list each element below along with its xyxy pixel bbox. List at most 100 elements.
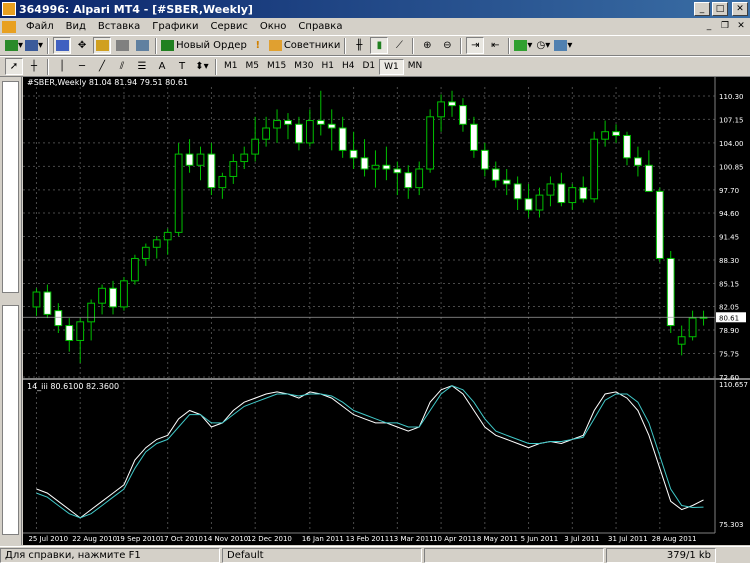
line-chart-icon: ⟋ [395, 40, 403, 51]
timeframe-h1[interactable]: H1 [317, 59, 338, 75]
candle-body [262, 127, 271, 140]
toolbar-separator [412, 37, 415, 54]
auto-scroll-button[interactable]: ⇥ [466, 37, 485, 54]
candle-body [229, 161, 238, 177]
zoom-out-button[interactable]: ⊖ [438, 37, 456, 54]
toolbar-separator [215, 58, 217, 75]
menu-charts[interactable]: Графики [146, 21, 204, 32]
chart-shift-button[interactable]: ⇤ [486, 37, 504, 54]
drawing-toolbar: ➚ ┼ │ ─ ╱ ⫽ ☰ A T ⬍ ▾ M1 M5 M15 M30 H1 H4… [0, 56, 750, 77]
crosshair-icon: ✥ [77, 40, 87, 51]
date-label: 16 Jan 2011 [302, 535, 344, 543]
candle-body [513, 183, 522, 200]
horizontal-line-icon: ─ [78, 61, 86, 72]
price-tick-label: 85.15 [719, 280, 739, 288]
toolbar-separator [344, 37, 347, 54]
tester-button[interactable] [133, 37, 151, 54]
text-icon: A [158, 61, 166, 72]
menu-help[interactable]: Справка [292, 21, 348, 32]
templates-button[interactable]: ▾ [554, 37, 572, 54]
status-empty [424, 547, 604, 563]
market-watch-icon [55, 40, 69, 51]
candle-body [76, 321, 85, 341]
text-button[interactable]: A [153, 58, 171, 75]
zoom-in-button[interactable]: ⊕ [418, 37, 436, 54]
timeframe-d1[interactable]: D1 [358, 59, 379, 75]
expert-advisors-button[interactable]: Советники [268, 37, 340, 54]
timeframe-m30[interactable]: M30 [290, 59, 317, 75]
status-traffic: 379/1 kb [606, 547, 716, 563]
fibonacci-button[interactable]: ☰ [133, 58, 151, 75]
date-label: 10 Apr 2011 [433, 535, 476, 543]
channel-button[interactable]: ⫽ [113, 58, 131, 75]
status-bar: Для справки, нажмите F1 Default 379/1 kb [0, 546, 750, 563]
candle-body [218, 175, 227, 189]
profiles-button[interactable]: ▾ [25, 37, 43, 54]
timeframe-w1[interactable]: W1 [379, 58, 404, 75]
candle-body [688, 317, 697, 338]
crosshair-button[interactable]: ┼ [25, 58, 43, 75]
timeframe-m5[interactable]: M5 [242, 59, 264, 75]
trendline-button[interactable]: ╱ [93, 58, 111, 75]
mdi-minimize-button[interactable]: _ [702, 21, 716, 33]
arrows-button[interactable]: ⬍ ▾ [193, 58, 211, 75]
left-docked-panel [0, 77, 22, 545]
candle-body [120, 280, 128, 308]
status-profile: Default [222, 547, 422, 563]
advisors-icon [268, 40, 282, 51]
menu-insert[interactable]: Вставка [92, 21, 146, 32]
indicators-button[interactable]: ▾ [514, 37, 532, 54]
menu-view[interactable]: Вид [60, 21, 92, 32]
market-watch-button[interactable] [53, 37, 72, 54]
chart-window[interactable]: 110.30 107.15 104.00 100.85 97.70 94.60 91.45 8… [23, 77, 750, 545]
date-label: 12 Dec 2010 [247, 535, 292, 543]
timeframe-m15[interactable]: M15 [263, 59, 290, 75]
meta-editor-button[interactable]: ! [249, 37, 267, 54]
cursor-button[interactable]: ➚ [5, 58, 23, 75]
label-icon: T [178, 61, 186, 72]
candle-body [240, 153, 249, 163]
label-button[interactable]: T [173, 58, 191, 75]
chart-window-icon [2, 20, 16, 33]
line-chart-button[interactable]: ⟋ [390, 37, 408, 54]
candle-body [152, 239, 161, 248]
date-label: 8 May 2011 [477, 535, 518, 543]
terminal-button[interactable] [113, 37, 131, 54]
data-window-button[interactable]: ✥ [73, 37, 91, 54]
candle-body [98, 287, 106, 304]
close-button[interactable]: ✕ [732, 2, 748, 16]
new-chart-button[interactable]: ▾ [5, 37, 23, 54]
market-watch-panel[interactable] [2, 81, 19, 293]
timeframe-mn[interactable]: MN [404, 59, 427, 75]
menu-window[interactable]: Окно [254, 21, 293, 32]
date-label: 28 Aug 2011 [652, 535, 697, 543]
candle-body [295, 123, 303, 144]
mdi-restore-button[interactable]: ❐ [718, 21, 732, 33]
toolbar-separator [47, 37, 50, 54]
new-order-button[interactable]: Новый Ордер [161, 37, 247, 54]
menu-tools[interactable]: Сервис [204, 21, 253, 32]
mdi-close-button[interactable]: ✕ [734, 21, 748, 33]
maximize-button[interactable]: □ [712, 2, 728, 16]
tester-icon [135, 40, 149, 51]
vertical-line-button[interactable]: │ [53, 58, 71, 75]
candle-body [382, 164, 391, 170]
menu-file[interactable]: Файл [20, 21, 60, 32]
candle-body [557, 183, 566, 204]
candlestick-button[interactable]: ▮ [370, 37, 389, 54]
bar-chart-button[interactable]: ╫ [350, 37, 368, 54]
navigator-button[interactable] [93, 37, 112, 54]
timeframe-h4[interactable]: H4 [338, 59, 359, 75]
minimize-button[interactable]: _ [694, 2, 710, 16]
horizontal-line-button[interactable]: ─ [73, 58, 91, 75]
channel-icon: ⫽ [119, 61, 125, 72]
timeframe-m1[interactable]: M1 [220, 59, 242, 75]
new-chart-icon [5, 40, 18, 51]
title-bar: 364996: Alpari MT4 - [#SBER,Weekly] _ □ … [0, 0, 750, 18]
chart-canvas[interactable]: 110.30 107.15 104.00 100.85 97.70 94.60 91.45 8… [23, 77, 750, 545]
candle-body [360, 157, 369, 170]
navigator-panel[interactable] [2, 305, 19, 535]
price-tick-label: 78.90 [719, 327, 739, 335]
periods-button[interactable]: ◷ ▾ [534, 37, 552, 54]
indicators-icon [514, 40, 528, 51]
